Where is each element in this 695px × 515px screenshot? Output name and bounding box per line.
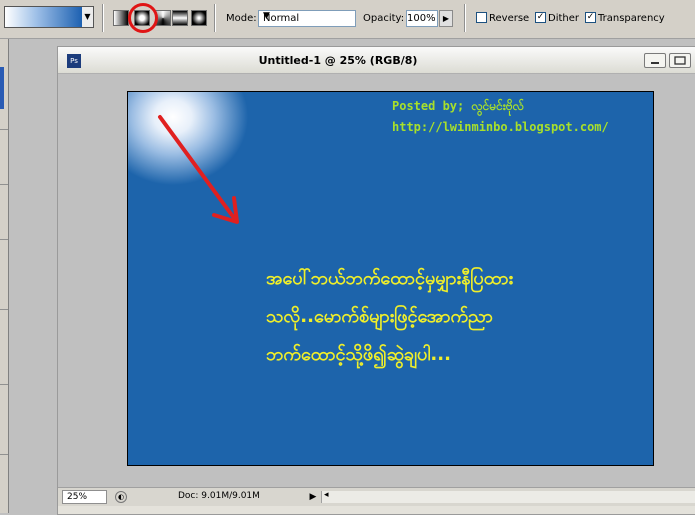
minimize-icon [651,62,659,64]
dither-checkbox[interactable]: ✓ [535,12,546,23]
document-window: Ps Untitled-1 @ 25% (RGB/8) Posted by; လ… [57,46,695,515]
canvas-workspace: Posted by; လွင်မင်းဗိုလ် http://lwinminb… [58,74,695,487]
instruction-line-2: သလို..မောက်စ်များဖြင့်အောက်ညာ [266,306,493,327]
opacity-slider-toggle[interactable]: ▶ [439,10,453,27]
maximize-button[interactable] [669,53,691,68]
separator [102,4,104,32]
status-info-icon[interactable]: ◐ [115,491,127,503]
tool-highlight [0,67,4,109]
posted-by-text: Posted by; လွင်မင်းဗိုလ် [392,99,525,113]
image-canvas[interactable]: Posted by; လွင်မင်းဗိုလ် http://lwinminb… [127,91,654,466]
diamond-gradient-button[interactable] [191,10,207,26]
opacity-field[interactable]: 100% [406,10,438,27]
reflected-gradient-button[interactable] [172,10,188,26]
blog-url-text: http://lwinminbo.blogspot.com/ [392,120,609,134]
linear-gradient-button[interactable] [113,10,129,26]
divider [0,454,8,455]
document-titlebar[interactable]: Ps Untitled-1 @ 25% (RGB/8) [58,47,695,74]
maximize-icon [674,56,686,65]
separator [464,4,466,32]
scroll-left-icon[interactable]: ◂ [324,490,329,500]
reverse-checkbox[interactable] [476,12,487,23]
minimize-button[interactable] [644,53,666,68]
divider [0,239,8,240]
instruction-line-3: ဘက်ထောင့်သို့ဖိ၍ဆွဲချပါ... [266,344,451,365]
gradient-options-bar: ▼ Mode: Normal ▼ Opacity: 100% ▶ Reverse… [0,0,695,39]
chevron-down-icon: ▼ [263,11,270,21]
gradient-picker-preview[interactable] [4,6,84,28]
transparency-label: Transparency [598,13,665,24]
mode-select[interactable]: Normal ▼ [258,10,356,27]
divider [0,129,8,130]
instruction-line-1: အပေါ်ဘယ်ဘက်ထောင့်မှမျှားနီပြထား [266,268,514,289]
document-title: Untitled-1 @ 25% (RGB/8) [258,54,418,67]
dither-label: Dither [548,13,580,24]
transparency-checkbox[interactable]: ✓ [585,12,596,23]
opacity-label: Opacity: [363,13,405,24]
divider [0,384,8,385]
gradient-picker-dropdown[interactable]: ▼ [82,6,94,28]
doc-size-info: Doc: 9.01M/9.01M [178,491,260,501]
status-bar: 25% ◐ Doc: 9.01M/9.01M ▶ ◂ [58,487,695,506]
mode-label: Mode: [226,13,257,24]
divider [0,309,8,310]
status-menu-arrow-icon[interactable]: ▶ [307,490,319,504]
divider [0,184,8,185]
reverse-label: Reverse [489,13,530,24]
separator [214,4,216,32]
horizontal-scrollbar[interactable]: ◂ [321,490,695,503]
red-highlight-circle [128,3,158,33]
zoom-field[interactable]: 25% [62,490,107,504]
toolbox-edge [0,39,9,513]
